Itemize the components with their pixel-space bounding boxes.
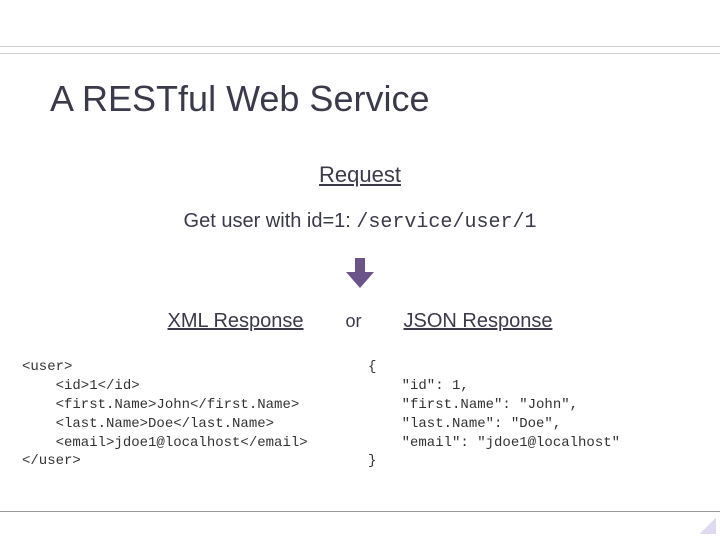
section-heading-request: Request bbox=[0, 162, 720, 188]
xml-response-label: XML Response bbox=[168, 310, 304, 333]
response-labels-row: XML Response or JSON Response bbox=[0, 310, 720, 333]
xml-code-block: <user> <id>1</id> <first.Name>John</firs… bbox=[22, 358, 360, 471]
page-title: A RESTful Web Service bbox=[50, 78, 429, 120]
divider-bottom bbox=[0, 511, 720, 512]
request-line: Get user with id=1: /service/user/1 bbox=[0, 210, 720, 234]
json-response-label: JSON Response bbox=[404, 310, 553, 333]
or-label: or bbox=[346, 311, 362, 332]
arrow-down-icon bbox=[346, 258, 374, 293]
slide: A RESTful Web Service Request Get user w… bbox=[0, 0, 720, 540]
divider-top-2 bbox=[0, 53, 720, 54]
divider-top-1 bbox=[0, 46, 720, 47]
json-code-block: { "id": 1, "first.Name": "John", "last.N… bbox=[360, 358, 706, 471]
code-area: <user> <id>1</id> <first.Name>John</firs… bbox=[22, 358, 698, 471]
request-path: /service/user/1 bbox=[356, 211, 536, 234]
request-prefix: Get user with id=1: bbox=[184, 210, 357, 232]
page-corner-icon bbox=[700, 518, 716, 534]
